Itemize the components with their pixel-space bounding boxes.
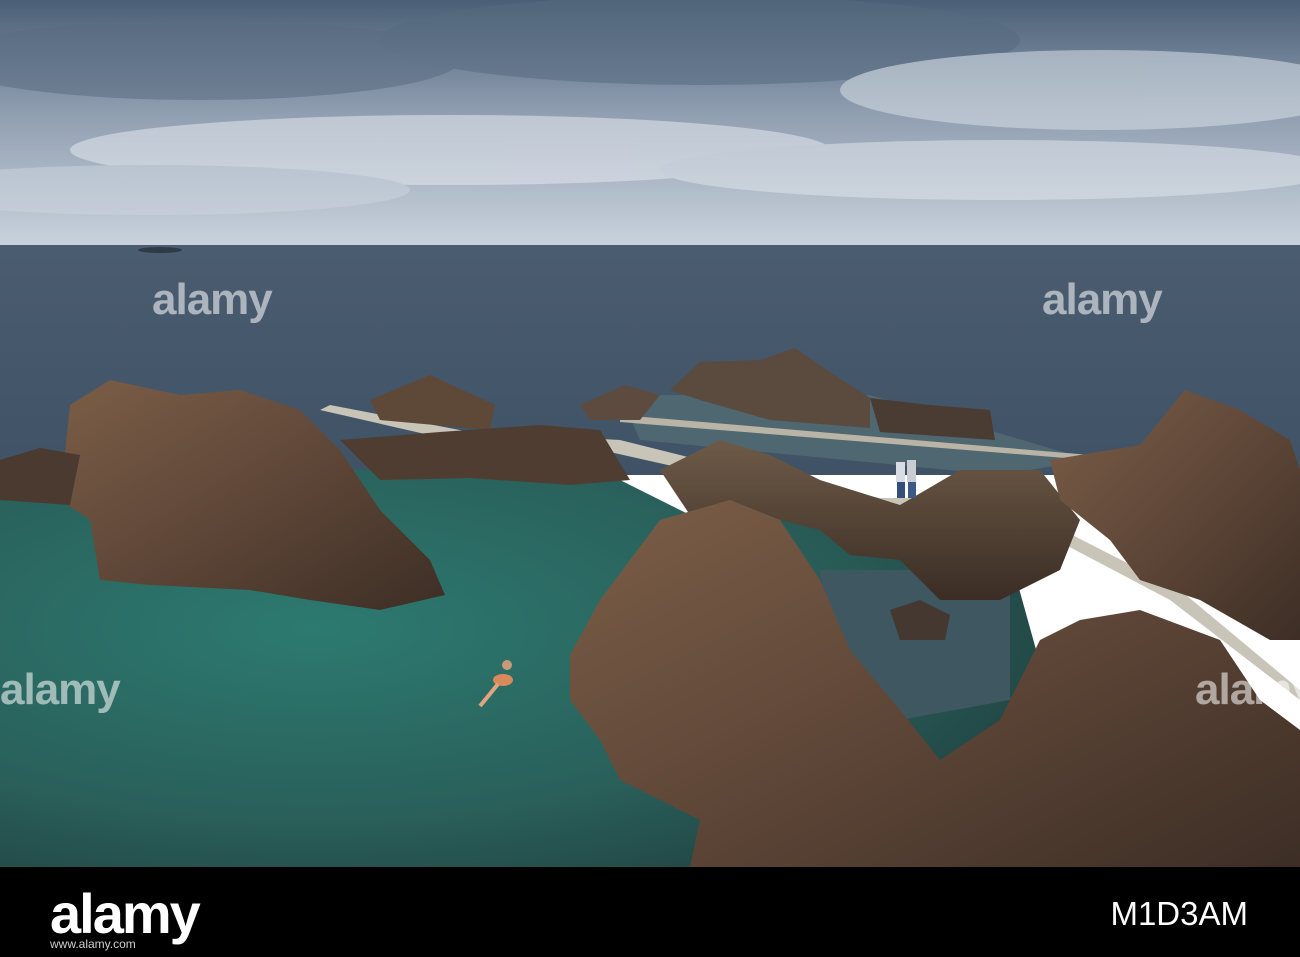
watermark: alamy [152, 275, 273, 324]
landscape-photo: alamy alamy alamy alamy [0, 0, 1300, 867]
image-id: M1D3AM [1110, 895, 1248, 932]
watermark: alamy [0, 665, 121, 714]
rock-far-left [0, 448, 80, 505]
watermark: alamy [1195, 665, 1300, 714]
footer-bar: alamy www.alamy.com M1D3AM [0, 867, 1300, 957]
site-url[interactable]: www.alamy.com [50, 937, 136, 951]
distant-islet [138, 247, 182, 253]
natural-pools-scene [0, 0, 1300, 867]
watermark: alamy [1042, 275, 1163, 324]
